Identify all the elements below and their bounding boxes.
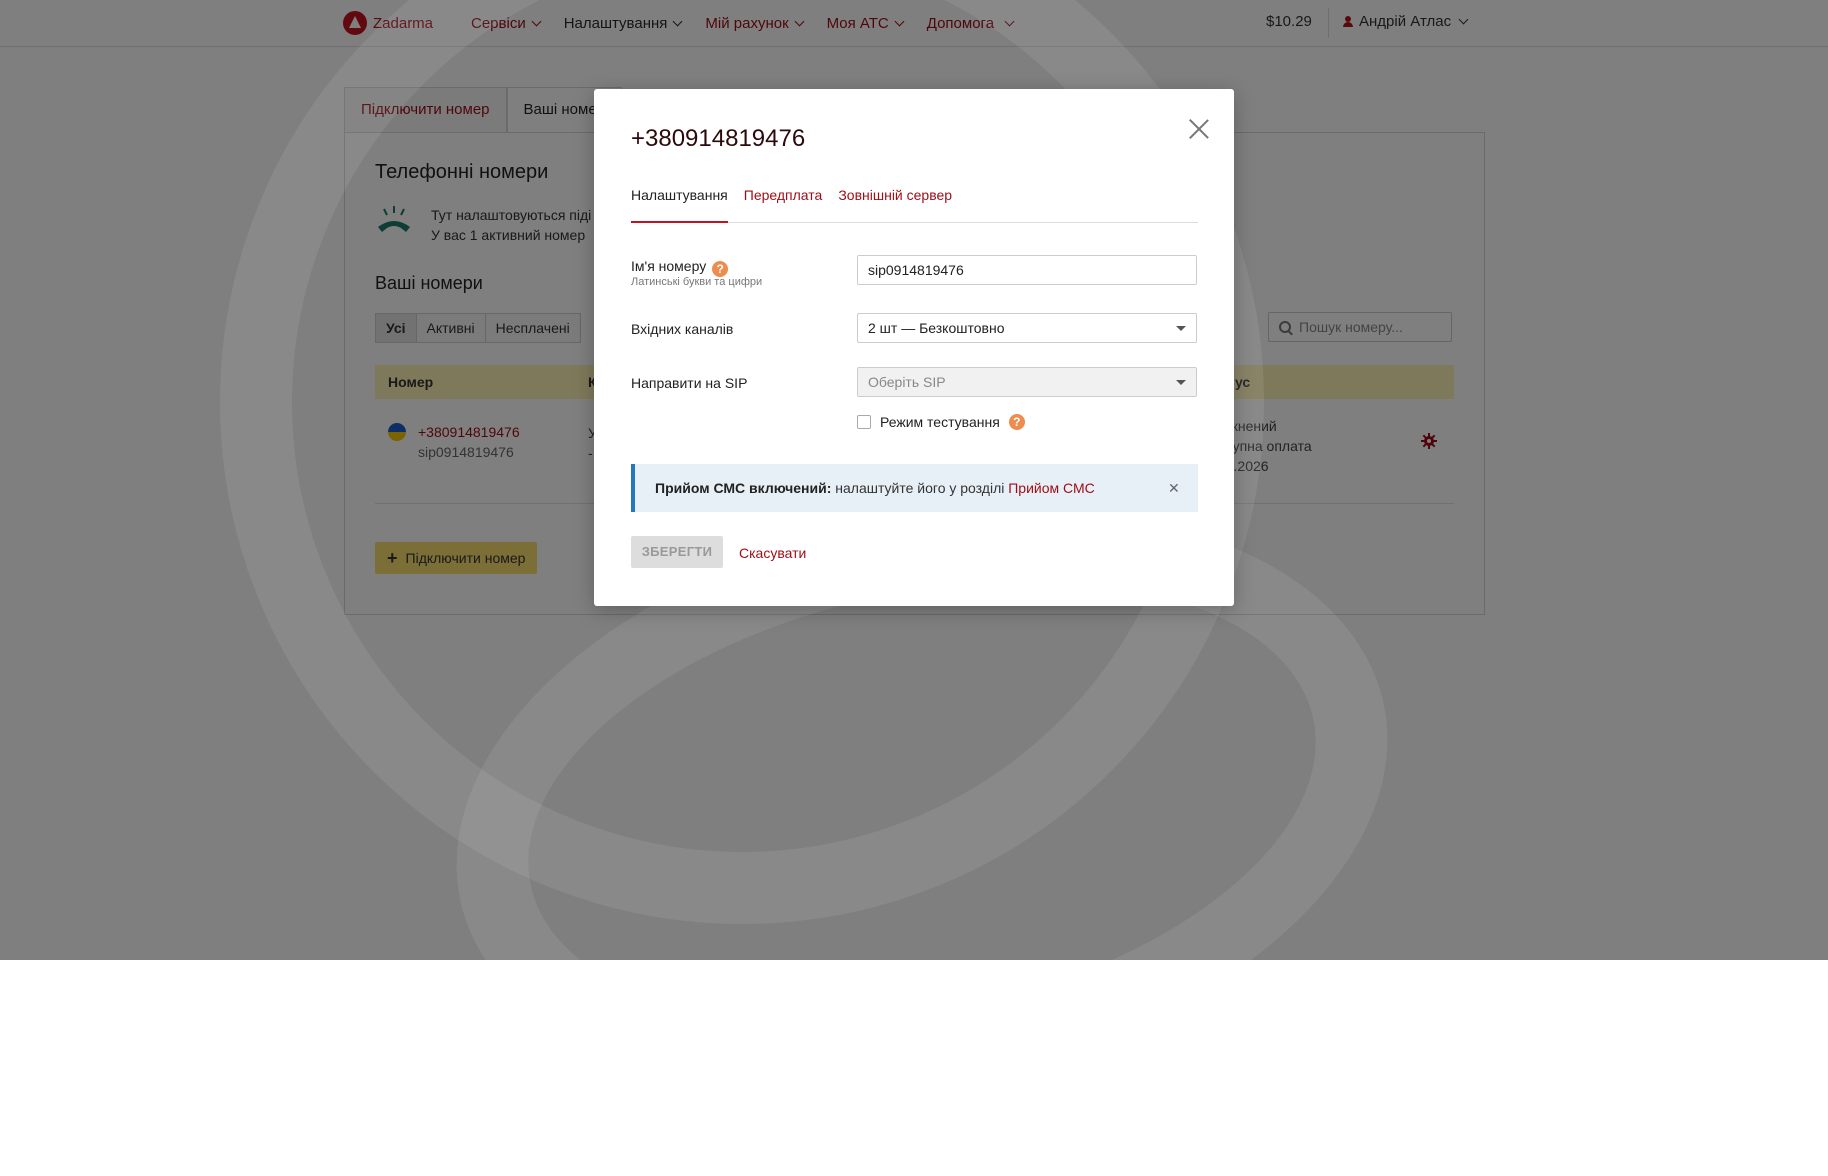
test-mode-row: Режим тестування ? — [857, 414, 1025, 430]
tab-subscription[interactable]: Передплата — [744, 187, 823, 221]
dialog-tabs: Налаштування Передплата Зовнішній сервер — [631, 187, 1198, 223]
alert-text: Прийом СМС включений: налаштуйте його у … — [655, 480, 1095, 496]
dropdown-caret-icon — [1176, 380, 1186, 385]
test-mode-checkbox[interactable] — [857, 415, 871, 429]
alert-bold: Прийом СМС включений: — [655, 480, 832, 496]
help-icon[interactable]: ? — [712, 261, 729, 277]
number-name-label-text: Ім'я номеру — [631, 258, 707, 274]
alert-body: налаштуйте його у розділі — [831, 480, 1009, 496]
page: Zadarma Сервіси Налаштування Мій рахунок… — [0, 0, 1828, 1176]
sms-info-alert: Прийом СМС включений: налаштуйте його у … — [631, 464, 1198, 512]
incoming-channels-label: Вхідних каналів — [631, 321, 734, 337]
tab-settings[interactable]: Налаштування — [631, 187, 728, 223]
cancel-button[interactable]: Скасувати — [739, 545, 806, 561]
save-button[interactable]: ЗБЕРЕГТИ — [631, 536, 723, 568]
help-icon[interactable]: ? — [1008, 414, 1025, 430]
number-name-input[interactable] — [857, 255, 1197, 285]
number-name-label: Ім'я номеру? — [631, 258, 729, 277]
sms-receive-link[interactable]: Прийом СМС — [1008, 480, 1095, 496]
test-mode-label[interactable]: Режим тестування — [880, 414, 1000, 430]
incoming-channels-select[interactable]: 2 шт — Безкоштовно — [857, 313, 1197, 343]
number-name-hint: Латинські букви та цифри — [631, 276, 763, 288]
route-sip-label: Направити на SIP — [631, 375, 748, 391]
incoming-channels-value: 2 шт — Безкоштовно — [868, 320, 1005, 336]
dropdown-caret-icon — [1176, 326, 1186, 331]
close-icon[interactable]: ✕ — [1168, 480, 1180, 497]
route-sip-placeholder: Оберіть SIP — [868, 374, 946, 390]
number-settings-dialog: +380914819476 Налаштування Передплата Зо… — [594, 89, 1234, 606]
route-sip-select[interactable]: Оберіть SIP — [857, 367, 1197, 397]
tab-external-server[interactable]: Зовнішній сервер — [838, 187, 952, 221]
dialog-title: +380914819476 — [631, 125, 806, 152]
close-icon[interactable] — [1186, 116, 1212, 142]
